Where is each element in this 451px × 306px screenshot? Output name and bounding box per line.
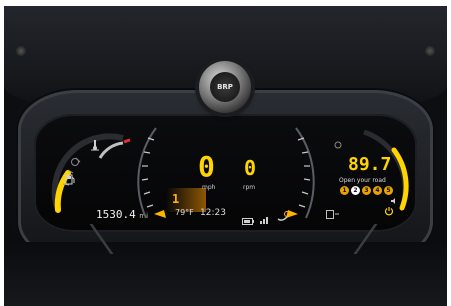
preset-row: 1 2 3 4 5 bbox=[340, 186, 393, 195]
dashboard-photo: BRP 1530.4 mi 0 mph 0 rpm 1 79°F 12:23 8… bbox=[4, 6, 447, 306]
engine-warning-icon bbox=[70, 152, 80, 166]
clock: 12:23 bbox=[200, 208, 226, 218]
rpm-unit: rpm bbox=[243, 184, 256, 191]
gear-indicator: 1 bbox=[172, 192, 180, 206]
preset-button-1[interactable]: 1 bbox=[340, 186, 349, 195]
speed-value: 0 bbox=[198, 150, 215, 183]
fuel-icon bbox=[64, 170, 76, 185]
preset-button-2[interactable]: 2 bbox=[351, 186, 360, 195]
battery-icon bbox=[242, 210, 254, 225]
brp-logo: BRP bbox=[210, 72, 240, 102]
lower-trim bbox=[4, 242, 447, 306]
control-knob[interactable]: BRP bbox=[199, 61, 251, 113]
radio-message: Open your road bbox=[339, 177, 386, 184]
radio-frequency: 89.7 bbox=[348, 154, 392, 175]
rpm-value: 0 bbox=[244, 156, 257, 180]
power-icon[interactable] bbox=[384, 201, 394, 216]
preset-button-4[interactable]: 4 bbox=[373, 186, 382, 195]
preset-button-3[interactable]: 3 bbox=[362, 186, 371, 195]
screw bbox=[425, 46, 435, 56]
coolant-temp-icon bbox=[89, 136, 101, 151]
fm-media-icon bbox=[326, 206, 340, 219]
phone-icon bbox=[276, 207, 290, 221]
volume-icon bbox=[390, 190, 398, 204]
signal-icon bbox=[260, 209, 270, 224]
temperature: 79°F bbox=[175, 208, 194, 217]
screw bbox=[16, 46, 26, 56]
media-icon bbox=[334, 134, 342, 149]
speed-unit: mph bbox=[202, 184, 216, 191]
